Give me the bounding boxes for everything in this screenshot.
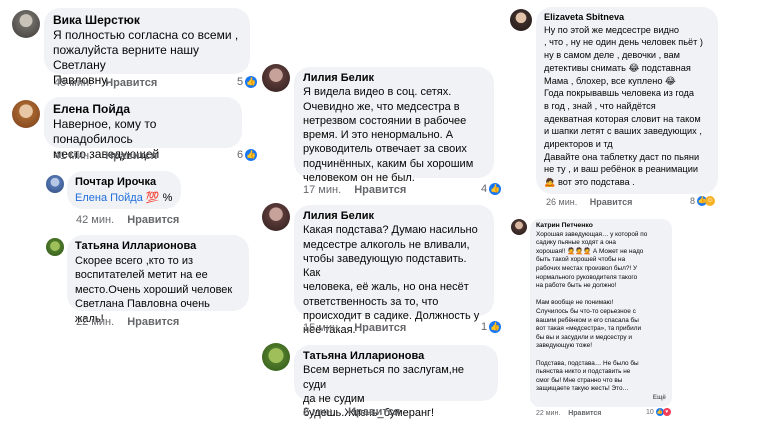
comment-time[interactable]: 22 мин. [76,316,114,328]
avatar[interactable] [46,238,64,256]
comment-author[interactable]: Татьяна Илларионова [303,349,489,363]
comment-suffix: % [162,192,173,204]
comment-time[interactable]: 17 мин. [303,184,341,196]
reaction-count-value: 8 [690,196,696,206]
like-button[interactable]: Нравится [348,406,400,418]
comment-author[interactable]: Елена Пойда [53,102,233,117]
comment-author[interactable]: Вика Шерстюк [53,13,241,28]
avatar[interactable] [12,10,40,38]
comment-bubble: Вика Шерстюк Я полностью согласна со все… [44,8,250,87]
mention-link[interactable]: Елена Пойда [75,192,143,204]
comment-author[interactable]: Почтар Ирочка [75,175,173,190]
like-reaction-icon: 👍 [489,321,502,333]
comment-meta: 45 мин. Нравится [54,77,157,89]
comment-text: Елена Пойда 💯 % [75,190,173,206]
like-button[interactable]: Нравится [568,410,601,417]
hundred-points-icon: 💯 [145,191,160,204]
comment-bubble: Лилия Белик Я видела видео в соц. сетях.… [294,67,494,184]
comment-text: Хорошая заведующая… у которой по садику … [536,230,648,393]
like-button[interactable]: Нравится [105,150,157,162]
see-more-link[interactable]: Ещё [653,394,666,403]
comment-bubble: Татьяна Илларионова Всем вернеться по за… [294,345,498,419]
reaction-count[interactable]: 5 👍 [237,76,258,88]
comment-bubble: Катрин Петченко Хорошая заведующая… у ко… [530,219,672,407]
reaction-count[interactable]: 8 👍 ☺ [690,196,716,206]
reaction-count[interactable]: 6 👍 [237,149,258,161]
reaction-count-value: 10 [646,408,654,416]
comment-bubble: Елена Пойда Наверное, кому то понадобило… [44,97,242,161]
comment-time[interactable]: 15 мин. [303,322,341,334]
comment-text: Какая подстава? Думаю насильно медсестре… [303,224,480,337]
like-reaction-icon: 👍 [245,149,258,161]
like-button[interactable]: Нравится [127,316,179,328]
like-button[interactable]: Нравится [354,322,406,334]
like-reaction-icon: 👍 [245,76,258,88]
comment-bubble: Татьяна Илларионова Скорее всего ,кто то… [67,235,249,325]
comment-meta: 22 мин. Нравится [76,316,179,328]
like-button[interactable]: Нравится [590,197,633,207]
comment-author[interactable]: Лилия Белик [303,209,485,223]
comment-bubble: Почтар Ирочка Елена Пойда 💯 % [67,171,181,209]
comment-time[interactable]: 26 мин. [546,197,577,207]
comment-meta: 26 мин. Нравится [546,197,632,207]
avatar[interactable] [262,64,290,92]
comment-time[interactable]: 42 мин. [76,214,114,226]
reaction-count[interactable]: 1 👍 [481,321,502,333]
comment-author[interactable]: Татьяна Илларионова [75,239,241,254]
avatar[interactable] [262,343,290,371]
like-reaction-icon: 👍 [489,183,502,195]
comment-time[interactable]: 45 мин. [54,77,92,89]
comment-meta: 2 мин. Нравится [303,406,400,418]
comment-author[interactable]: Elizaveta Sbitneva [544,11,710,24]
avatar[interactable] [262,203,290,231]
reaction-count[interactable]: 10 👍 ♥ [646,408,671,416]
avatar[interactable] [510,9,532,31]
comment-bubble: Elizaveta Sbitneva Ну по этой же медсест… [536,7,718,194]
reaction-count[interactable]: 4 👍 [481,183,502,195]
comment-author[interactable]: Катрин Петченко [536,222,666,231]
comment-meta: 42 мин. Нравится [76,214,179,226]
comment-text: Ну по этой же медсестре видно , что , ну… [544,24,703,188]
comment-meta: 15 мин. Нравится [303,322,406,334]
avatar[interactable] [12,100,40,128]
avatar[interactable] [511,219,527,235]
comment-meta: 41 мин. Нравится [54,150,157,162]
comment-author[interactable]: Лилия Белик [303,71,485,85]
comment-time[interactable]: 22 мин. [536,410,560,417]
like-button[interactable]: Нравится [127,214,179,226]
reaction-count-value: 5 [237,76,244,88]
comment-time[interactable]: 2 мин. [303,406,335,418]
avatar[interactable] [46,175,64,193]
comment-bubble: Лилия Белик Какая подстава? Думаю насиль… [294,205,494,336]
reaction-count-value: 4 [481,183,488,195]
heart-reaction-icon: ♥ [662,408,671,416]
like-button[interactable]: Нравится [105,77,157,89]
laugh-reaction-icon: ☺ [705,196,716,206]
comment-time[interactable]: 41 мин. [54,150,92,162]
comment-meta: 17 мин. Нравится [303,184,406,196]
comment-text: Я видела видео в соц. сетях. Очевидно же… [303,86,474,185]
reaction-count-value: 6 [237,149,244,161]
like-button[interactable]: Нравится [354,184,406,196]
reaction-count-value: 1 [481,321,488,333]
comment-meta: 22 мин. Нравится [536,410,601,417]
